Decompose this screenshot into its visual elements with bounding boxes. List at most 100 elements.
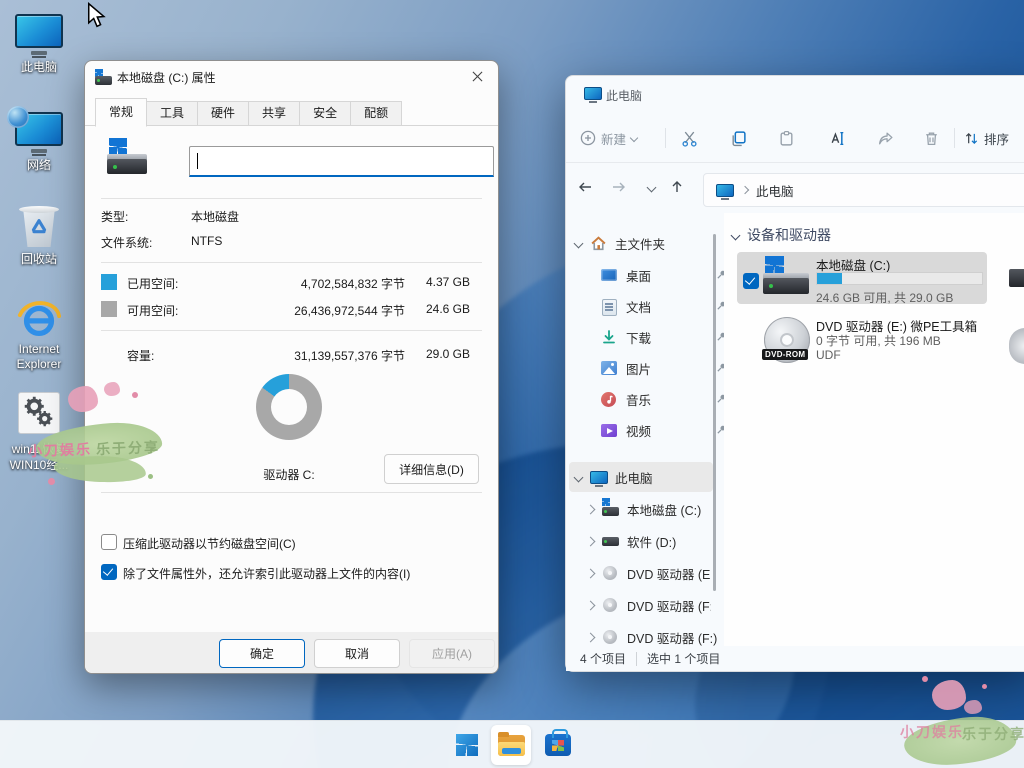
- section-header-devices[interactable]: 设备和驱动器: [732, 225, 831, 245]
- sidebar-item-label: DVD 驱动器 (E:): [627, 564, 711, 583]
- start-button[interactable]: [447, 725, 487, 765]
- sidebar-item-this-pc[interactable]: 此电脑: [566, 462, 725, 493]
- tab-quota[interactable]: 配额: [351, 101, 402, 126]
- separator: [101, 330, 482, 331]
- sidebar-item-home[interactable]: 主文件夹: [566, 228, 725, 259]
- used-space-swatch: [101, 274, 117, 290]
- forward-button[interactable]: [608, 176, 630, 198]
- free-space-swatch: [101, 301, 117, 317]
- tab-tools[interactable]: 工具: [147, 101, 198, 126]
- separator: [101, 262, 482, 263]
- explorer-toolbar: 新建 排序: [566, 114, 1024, 163]
- cut-button[interactable]: [677, 126, 701, 150]
- toolbar-divider: [954, 128, 955, 148]
- taskbar-file-explorer[interactable]: [491, 725, 531, 765]
- sidebar-scrollbar[interactable]: [713, 234, 716, 591]
- desktop-icon-internet-explorer[interactable]: Internet Explorer: [15, 296, 63, 347]
- breadcrumb[interactable]: 此电脑: [756, 181, 794, 200]
- back-button[interactable]: [574, 176, 596, 198]
- drive-item-dvd-e[interactable]: DVD-ROM DVD 驱动器 (E:) 微PE工具箱 0 字节 可用, 共 1…: [737, 312, 987, 372]
- local-disk-icon: [763, 256, 809, 296]
- this-pc-icon: [584, 87, 602, 100]
- recycle-arrows-icon: [28, 217, 50, 239]
- separator: [101, 198, 482, 199]
- used-space-gb: 4.37 GB: [412, 275, 470, 289]
- index-checkbox[interactable]: [101, 564, 117, 580]
- taskbar: 英 拼 14:55 2022/8/12: [0, 720, 1024, 768]
- share-button[interactable]: [873, 126, 897, 150]
- capacity-gb: 29.0 GB: [412, 347, 470, 361]
- desktop-icon-win11-restore[interactable]: win11恢复 WIN10经...: [15, 392, 63, 434]
- ok-button[interactable]: 确定: [219, 639, 305, 668]
- chevron-right-icon: [586, 601, 596, 611]
- gears-icon: [18, 392, 60, 434]
- trash-icon: [923, 130, 940, 147]
- drive-icon: [602, 501, 619, 518]
- explorer-titlebar[interactable]: 此电脑: [566, 76, 1024, 114]
- new-button-label: 新建: [601, 129, 626, 148]
- partial-drive-icon: [1009, 269, 1024, 287]
- sidebar-item-label: 文档: [626, 297, 651, 316]
- this-pc-icon: [716, 184, 734, 197]
- compress-checkbox-label[interactable]: 压缩此驱动器以节约磁盘空间(C): [123, 535, 296, 552]
- explorer-statusbar: 4 个项目 选中 1 个项目: [566, 646, 1024, 671]
- drive-item-c[interactable]: 本地磁盘 (C:) 24.6 GB 可用, 共 29.0 GB: [737, 252, 987, 304]
- network-icon: [15, 112, 63, 146]
- compress-checkbox[interactable]: [101, 534, 117, 550]
- sidebar-item-dvd-e[interactable]: DVD 驱动器 (E:): [566, 558, 737, 589]
- address-bar[interactable]: 此电脑: [703, 173, 1024, 207]
- dialog-titlebar[interactable]: 本地磁盘 (C:) 属性: [85, 61, 498, 91]
- item-checkbox[interactable]: [743, 273, 759, 289]
- internet-explorer-icon: [16, 296, 62, 342]
- paste-icon: [778, 130, 795, 147]
- recent-locations-button[interactable]: [640, 176, 662, 198]
- chevron-down-icon: [630, 134, 638, 142]
- rename-icon: [828, 130, 845, 147]
- globe-icon: [7, 106, 29, 128]
- chevron-right-icon: [586, 569, 596, 579]
- index-checkbox-label[interactable]: 除了文件属性外，还允许索引此驱动器上文件的内容(I): [123, 565, 410, 582]
- tab-general[interactable]: 常规: [95, 98, 147, 127]
- sidebar-item-label: DVD 驱动器 (F:): [627, 596, 711, 615]
- sidebar-item-dvd-f[interactable]: DVD 驱动器 (F:): [566, 590, 737, 621]
- tab-hardware[interactable]: 硬件: [198, 101, 249, 126]
- sort-button[interactable]: 排序: [964, 124, 1009, 152]
- tab-sharing[interactable]: 共享: [249, 101, 300, 126]
- details-button[interactable]: 详细信息(D): [384, 454, 479, 484]
- free-space-label: 可用空间:: [127, 302, 178, 319]
- this-pc-icon: [590, 469, 607, 486]
- chevron-down-icon: [646, 182, 656, 192]
- apply-button[interactable]: 应用(A): [409, 639, 495, 668]
- paste-button[interactable]: [774, 126, 798, 150]
- taskbar-store[interactable]: [538, 725, 578, 765]
- copy-button[interactable]: [726, 126, 750, 150]
- free-space-gb: 24.6 GB: [412, 302, 470, 316]
- volume-name-input[interactable]: [189, 146, 494, 177]
- sidebar-item-label: 主文件夹: [615, 234, 665, 253]
- file-explorer-icon: [498, 735, 525, 756]
- toolbar-divider: [665, 128, 666, 148]
- up-button[interactable]: [666, 176, 688, 198]
- sidebar-item-label: 本地磁盘 (C:): [627, 500, 701, 519]
- close-button[interactable]: [464, 64, 490, 88]
- dialog-button-strip: 确定 取消 应用(A): [85, 631, 498, 673]
- desktop-icon-this-pc[interactable]: 此电脑: [15, 14, 63, 48]
- home-icon: [590, 235, 607, 252]
- new-button[interactable]: 新建: [580, 124, 637, 152]
- desktop-icon-network[interactable]: 网络: [15, 112, 63, 146]
- used-space-bytes: 4,702,584,832 字节: [205, 275, 405, 292]
- desktop-icon-label: 此电脑: [0, 60, 78, 75]
- rename-button[interactable]: [824, 126, 848, 150]
- sidebar-item-drive-c[interactable]: 本地磁盘 (C:): [566, 494, 737, 525]
- delete-button[interactable]: [919, 126, 943, 150]
- capacity-bytes: 31,139,557,376 字节: [205, 347, 405, 364]
- desktop-icon-label: 回收站: [0, 252, 78, 267]
- sidebar-item-drive-d[interactable]: 软件 (D:): [566, 526, 737, 557]
- capacity-label: 容量:: [127, 347, 154, 364]
- desktop-folder-icon: [601, 267, 618, 284]
- desktop-icon-recycle-bin[interactable]: 回收站: [15, 205, 63, 249]
- sidebar-item-label: 桌面: [626, 266, 651, 285]
- tab-security[interactable]: 安全: [300, 101, 351, 126]
- cancel-button[interactable]: 取消: [314, 639, 400, 668]
- close-icon: [472, 71, 483, 82]
